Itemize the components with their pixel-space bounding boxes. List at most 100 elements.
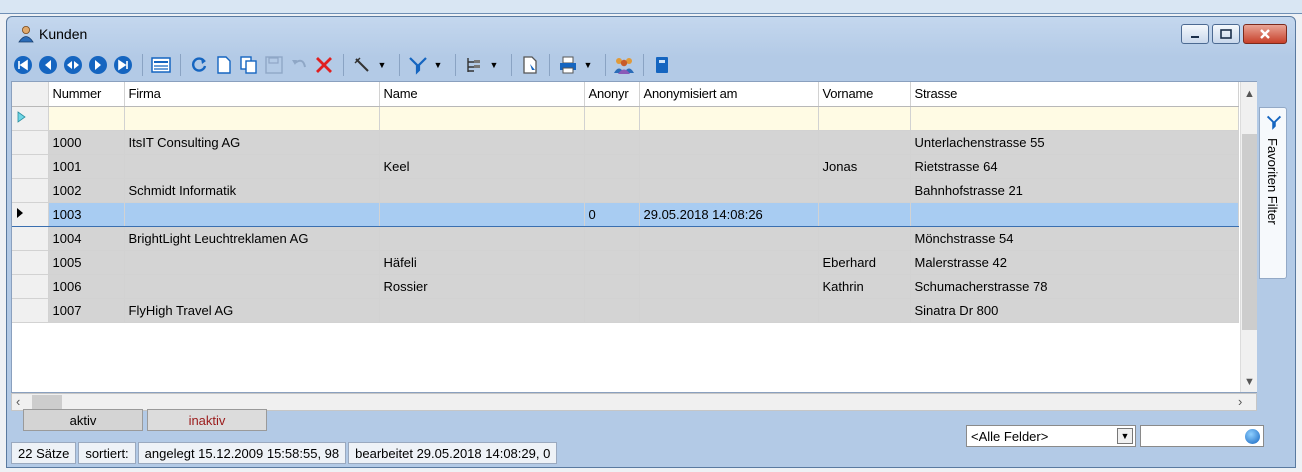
vertical-scrollbar[interactable]: ▲ ▼ xyxy=(1240,82,1257,392)
table-row[interactable]: 1000 ItsIT Consulting AG Unterlachenstrass… xyxy=(12,130,1239,155)
cell-anonym[interactable] xyxy=(584,154,640,179)
contacts-button[interactable] xyxy=(612,53,636,77)
horizontal-scroll-thumb[interactable] xyxy=(32,395,62,410)
cell-firma[interactable]: BrightLight Leuchtreklamen AG xyxy=(124,226,380,251)
cell-vorname[interactable]: Kathrin xyxy=(818,274,911,299)
cell-vorname[interactable]: Jonas xyxy=(818,154,911,179)
row-indicator[interactable] xyxy=(12,154,49,179)
cell-anonymisiert-am[interactable] xyxy=(639,274,819,299)
filter-cell[interactable] xyxy=(124,106,380,131)
field-select[interactable]: <Alle Felder> ▼ xyxy=(966,425,1136,447)
cell-nummer[interactable]: 1006 xyxy=(48,274,125,299)
cell-vorname[interactable] xyxy=(818,130,911,155)
scroll-up-icon[interactable]: ▲ xyxy=(1244,88,1255,100)
tools-button[interactable] xyxy=(350,53,374,77)
cell-nummer[interactable]: 1005 xyxy=(48,250,125,275)
tab-aktiv[interactable]: aktiv xyxy=(23,409,143,431)
cell-name[interactable]: Keel xyxy=(379,154,585,179)
cell-nummer[interactable]: 1003 xyxy=(48,201,125,227)
first-record-button[interactable] xyxy=(11,53,35,77)
cell-nummer[interactable]: 1001 xyxy=(48,154,125,179)
tree-view-button[interactable] xyxy=(462,53,486,77)
tools-dropdown-arrow[interactable]: ▼ xyxy=(375,60,389,70)
chevron-down-icon[interactable]: ▼ xyxy=(1117,428,1133,444)
filter-cell[interactable] xyxy=(818,106,911,131)
column-header-anonym[interactable]: Anonyr xyxy=(584,82,640,107)
previous-record-button[interactable] xyxy=(36,53,60,77)
cell-name[interactable]: Häfeli xyxy=(379,250,585,275)
row-indicator[interactable] xyxy=(12,130,49,155)
cell-anonymisiert-am[interactable] xyxy=(639,298,819,323)
customer-grid[interactable]: Nummer Firma Name Anonyr Anonymisiert am… xyxy=(11,81,1257,393)
cell-strasse[interactable]: Rietstrasse 64 xyxy=(910,154,1239,179)
column-header-strasse[interactable]: Strasse xyxy=(910,82,1239,107)
cell-anonym[interactable] xyxy=(584,226,640,251)
filter-cell[interactable] xyxy=(910,106,1239,131)
filter-cell[interactable] xyxy=(584,106,640,131)
cell-vorname[interactable] xyxy=(818,178,911,203)
cell-strasse[interactable]: Schumacherstrasse 78 xyxy=(910,274,1239,299)
favoriten-filter-panel-tab[interactable]: Favoriten Filter xyxy=(1259,107,1287,279)
cell-anonym[interactable] xyxy=(584,250,640,275)
close-button[interactable] xyxy=(1243,24,1287,44)
tab-inaktiv[interactable]: inaktiv xyxy=(147,409,267,431)
cell-strasse[interactable]: Bahnhofstrasse 21 xyxy=(910,178,1239,203)
table-row[interactable]: 1007 FlyHigh Travel AG Sinatra Dr 800 xyxy=(12,298,1239,323)
table-row[interactable]: 1006 Rossier Kathrin Schumacherstrasse 78 xyxy=(12,274,1239,299)
row-indicator[interactable] xyxy=(12,274,49,299)
cell-firma[interactable] xyxy=(124,201,380,227)
cell-firma[interactable] xyxy=(124,274,380,299)
cell-name[interactable] xyxy=(379,298,585,323)
cell-vorname[interactable]: Eberhard xyxy=(818,250,911,275)
scroll-right-icon[interactable]: › xyxy=(1238,394,1242,409)
cell-nummer[interactable]: 1000 xyxy=(48,130,125,155)
cell-anonymisiert-am[interactable] xyxy=(639,250,819,275)
cell-name[interactable] xyxy=(379,130,585,155)
scroll-down-icon[interactable]: ▼ xyxy=(1244,376,1255,388)
delete-button[interactable] xyxy=(312,53,336,77)
new-record-button[interactable] xyxy=(212,53,236,77)
cell-vorname[interactable] xyxy=(818,201,911,227)
cell-anonymisiert-am[interactable] xyxy=(639,178,819,203)
cell-strasse[interactable]: Malerstrasse 42 xyxy=(910,250,1239,275)
maximize-button[interactable] xyxy=(1212,24,1240,44)
table-row[interactable]: 1003 0 29.05.2018 14:08:26 xyxy=(12,201,1239,227)
list-view-button[interactable] xyxy=(149,53,173,77)
document-button[interactable] xyxy=(518,53,542,77)
cell-anonym[interactable] xyxy=(584,298,640,323)
row-indicator[interactable] xyxy=(12,250,49,275)
cell-anonym[interactable] xyxy=(584,178,640,203)
cell-anonym[interactable]: 0 xyxy=(584,201,640,227)
cell-firma[interactable] xyxy=(124,154,380,179)
save-button[interactable] xyxy=(262,53,286,77)
filter-dropdown-arrow[interactable]: ▼ xyxy=(431,60,445,70)
back-forward-button[interactable] xyxy=(61,53,85,77)
cell-firma[interactable]: Schmidt Informatik xyxy=(124,178,380,203)
scroll-left-icon[interactable]: ‹ xyxy=(16,394,20,409)
cell-vorname[interactable] xyxy=(818,226,911,251)
print-button[interactable] xyxy=(556,53,580,77)
row-indicator[interactable] xyxy=(12,201,49,227)
cell-name[interactable] xyxy=(379,178,585,203)
cell-nummer[interactable]: 1002 xyxy=(48,178,125,203)
filter-row[interactable] xyxy=(12,106,1239,131)
filter-cell[interactable] xyxy=(639,106,819,131)
cell-strasse[interactable] xyxy=(910,201,1239,227)
column-header-vorname[interactable]: Vorname xyxy=(818,82,911,107)
filter-cell[interactable] xyxy=(379,106,585,131)
refresh-button[interactable] xyxy=(187,53,211,77)
table-row[interactable]: 1001 Keel Jonas Rietstrasse 64 xyxy=(12,154,1239,179)
tree-dropdown-arrow[interactable]: ▼ xyxy=(487,60,501,70)
cell-name[interactable] xyxy=(379,226,585,251)
cell-strasse[interactable]: Mönchstrasse 54 xyxy=(910,226,1239,251)
copy-record-button[interactable] xyxy=(237,53,261,77)
vertical-scroll-thumb[interactable] xyxy=(1242,134,1257,330)
filter-button[interactable] xyxy=(406,53,430,77)
row-indicator[interactable] xyxy=(12,226,49,251)
last-record-button[interactable] xyxy=(111,53,135,77)
column-header-name[interactable]: Name xyxy=(379,82,585,107)
cell-strasse[interactable]: Unterlachenstrasse 55 xyxy=(910,130,1239,155)
search-globe-icon[interactable] xyxy=(1245,429,1260,444)
cell-firma[interactable]: ItsIT Consulting AG xyxy=(124,130,380,155)
address-book-button[interactable] xyxy=(650,53,674,77)
